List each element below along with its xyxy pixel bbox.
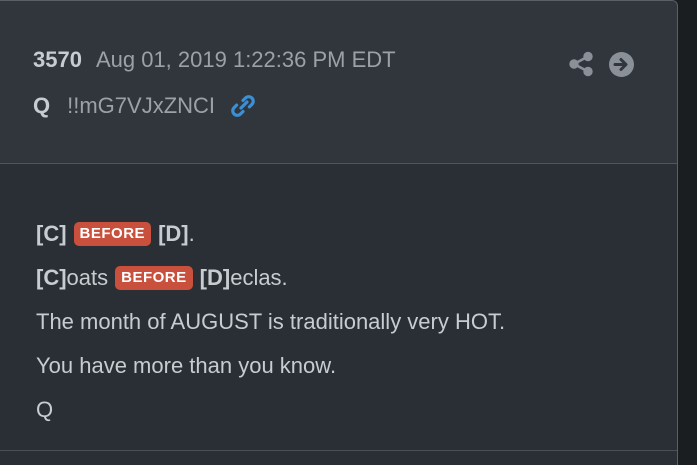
author-name: Q	[33, 93, 51, 118]
body-text: .	[188, 221, 195, 246]
post-date: Aug 01, 2019 1:22:36 PM EDT	[95, 47, 396, 72]
post-body: [C] BEFORE [D] . [C] oats BEFORE [D] ecl…	[36, 212, 505, 432]
body-text: eclas.	[230, 265, 288, 290]
link-icon[interactable]	[229, 92, 257, 120]
share-icon[interactable]	[568, 51, 594, 77]
body-line-3: The month of AUGUST is traditionally ver…	[36, 309, 506, 334]
bold-text: [C]	[36, 265, 67, 290]
bold-text: [D]	[199, 265, 231, 290]
body-text: oats	[66, 265, 109, 290]
divider	[0, 450, 677, 451]
author-row: Q !!mG7VJxZNCI	[33, 92, 257, 120]
post-header: 3570 Aug 01, 2019 1:22:36 PM EDT Q !!mG7…	[0, 1, 677, 164]
bold-text: [C]	[36, 221, 67, 246]
post-meta: 3570 Aug 01, 2019 1:22:36 PM EDT	[33, 47, 396, 73]
body-line-1: [C] BEFORE [D] .	[36, 212, 505, 256]
body-line-4: You have more than you know.	[36, 353, 337, 378]
post-card: 3570 Aug 01, 2019 1:22:36 PM EDT Q !!mG7…	[0, 0, 678, 465]
body-line-2: [C] oats BEFORE [D] eclas.	[36, 256, 505, 300]
tripcode: !!mG7VJxZNCI	[67, 93, 216, 118]
before-badge: BEFORE	[73, 222, 152, 246]
before-badge: BEFORE	[115, 266, 193, 290]
bold-text: [D]	[158, 221, 189, 246]
post-number[interactable]: 3570	[33, 47, 82, 73]
arrow-circle-right-icon[interactable]	[608, 51, 635, 78]
body-line-5: Q	[36, 397, 54, 422]
